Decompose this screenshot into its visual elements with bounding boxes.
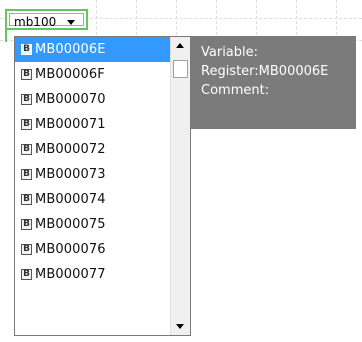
grid-line [96, 0, 97, 40]
combobox-value[interactable]: mb100 [14, 15, 56, 29]
list-item-label: MB00006F [35, 67, 105, 82]
grid-line [216, 0, 217, 40]
dropdown-items: B MB00006E B MB00006F B MB000070 B MB000… [15, 37, 170, 287]
bit-icon: B [21, 44, 32, 55]
combobox-field[interactable]: mb100 [9, 13, 84, 29]
list-item-label: MB000074 [35, 192, 106, 207]
list-item-label: MB000077 [35, 267, 106, 282]
scrollbar-thumb[interactable] [173, 60, 188, 78]
tooltip-variable: Variable: [201, 45, 259, 60]
list-item[interactable]: B MB000075 [15, 212, 170, 237]
list-item[interactable]: B MB000076 [15, 237, 170, 262]
bit-icon: B [21, 269, 32, 280]
list-item[interactable]: B MB00006E [15, 37, 170, 62]
list-item-label: MB000076 [35, 242, 106, 257]
tooltip-comment: Comment: [201, 83, 270, 98]
bit-icon: B [21, 194, 32, 205]
bit-icon: B [21, 219, 32, 230]
scroll-down-arrow-icon[interactable] [176, 324, 184, 329]
register-info-tooltip: Variable: Register:MB00006E Comment: [191, 36, 356, 129]
grid-line [136, 0, 137, 40]
grid-line [296, 0, 297, 40]
bit-icon: B [21, 119, 32, 130]
bit-icon: B [21, 144, 32, 155]
vertical-scrollbar[interactable] [170, 37, 190, 335]
bit-icon: B [21, 244, 32, 255]
tooltip-register: Register:MB00006E [201, 64, 329, 79]
grid-line [256, 0, 257, 40]
register-combobox[interactable]: mb100 [5, 9, 88, 30]
list-item-label: MB000071 [35, 117, 106, 132]
list-item[interactable]: B MB000071 [15, 112, 170, 137]
scroll-up-arrow-icon[interactable] [176, 43, 184, 48]
list-item-label: MB000072 [35, 142, 106, 157]
list-item[interactable]: B MB000074 [15, 187, 170, 212]
list-item-label: MB000073 [35, 167, 106, 182]
grid-line [176, 0, 177, 40]
cell-focus-border [5, 30, 7, 42]
register-dropdown-list[interactable]: B MB00006E B MB00006F B MB000070 B MB000… [14, 36, 191, 336]
grid-line [336, 0, 337, 40]
list-item[interactable]: B MB000072 [15, 137, 170, 162]
list-item[interactable]: B MB000073 [15, 162, 170, 187]
list-item[interactable]: B MB000070 [15, 87, 170, 112]
list-item-label: MB000075 [35, 217, 106, 232]
list-item-label: MB00006E [35, 42, 106, 57]
bit-icon: B [21, 94, 32, 105]
list-item-label: MB000070 [35, 92, 106, 107]
list-item[interactable]: B MB000077 [15, 262, 170, 287]
chevron-down-icon[interactable] [67, 20, 75, 25]
bit-icon: B [21, 169, 32, 180]
list-item[interactable]: B MB00006F [15, 62, 170, 87]
bit-icon: B [21, 69, 32, 80]
